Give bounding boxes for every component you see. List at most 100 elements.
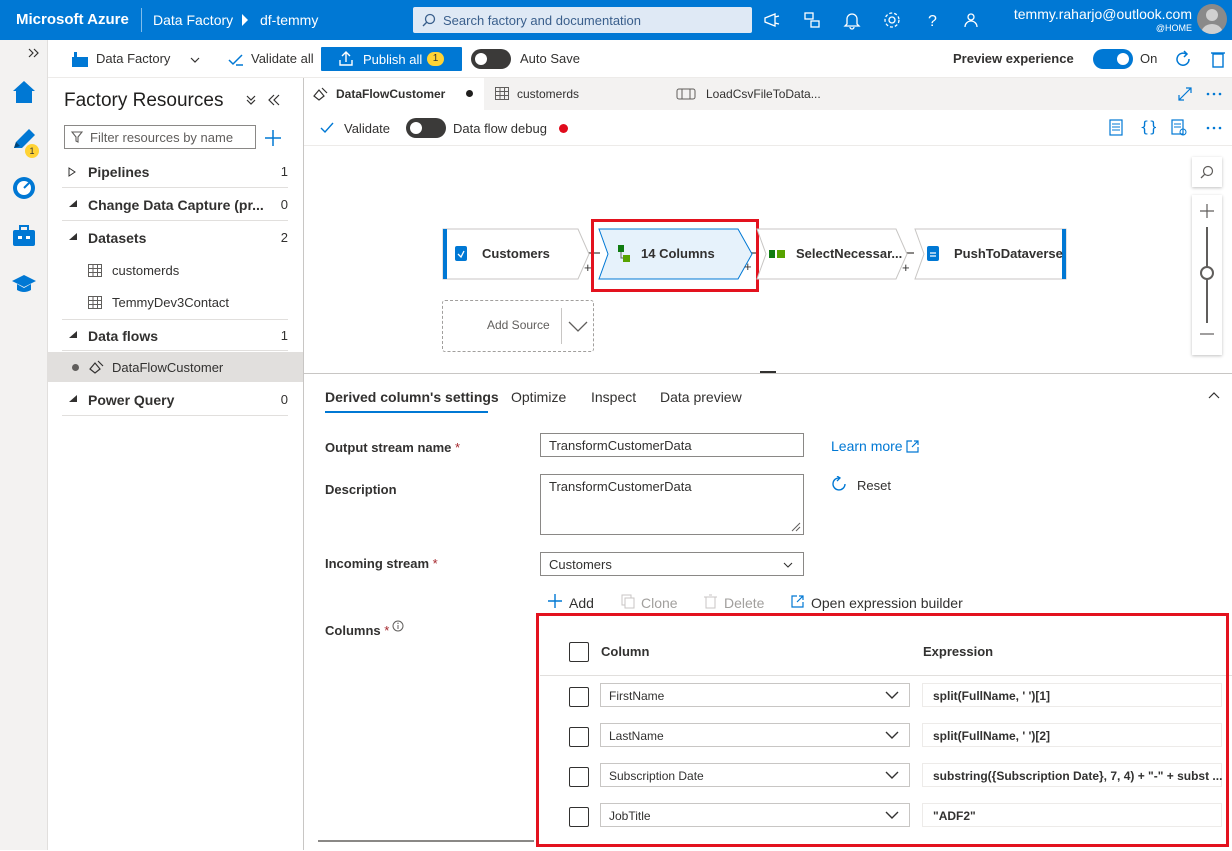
clone-button[interactable]: Clone [641, 595, 678, 611]
feedback-icon[interactable] [962, 10, 982, 30]
account-email: temmy.raharjo@outlook.com [1013, 6, 1192, 22]
tab-customerds[interactable]: customerds [485, 78, 665, 110]
more-actions-icon[interactable] [1206, 126, 1222, 130]
checkmark-icon [320, 122, 334, 133]
bell-icon[interactable] [842, 10, 862, 30]
gear-icon[interactable] [882, 10, 902, 30]
collapse-panel-chevron-icon[interactable] [1208, 391, 1220, 399]
add-resource-icon[interactable] [264, 129, 282, 147]
dataflow-canvas[interactable]: Customers + 14 Columns + SelectNecessar.… [304, 147, 1232, 372]
tab-derived-column-settings[interactable]: Derived column's settings [325, 389, 499, 405]
group-label: Power Query [88, 392, 175, 408]
resource-group-data-flows[interactable]: Data flows 1 [62, 319, 288, 351]
search-icon [1200, 165, 1214, 179]
maximize-icon[interactable] [1178, 87, 1192, 101]
dataflow-item-selected[interactable]: DataFlowCustomer [48, 352, 303, 382]
collapse-panel-icon[interactable] [268, 94, 280, 106]
more-tabs-icon[interactable] [1206, 92, 1222, 96]
publish-all-button[interactable]: Publish all 1 [321, 47, 462, 71]
node-source-customers[interactable]: Customers + [442, 228, 592, 280]
announcement-icon[interactable] [762, 10, 782, 30]
learn-more-link[interactable]: Learn more [831, 438, 903, 454]
incoming-stream-dropdown[interactable]: Customers [540, 552, 804, 576]
breadcrumb-factory-name[interactable]: df-temmy [260, 12, 318, 28]
auto-save-toggle[interactable] [471, 49, 511, 69]
delete-button[interactable]: Delete [724, 595, 764, 611]
validate-all-button[interactable]: Validate all [251, 51, 314, 66]
zoom-in-icon[interactable] [1199, 203, 1215, 219]
account-info[interactable]: temmy.raharjo@outlook.com @HOME [1014, 6, 1192, 33]
debug-status-dot [559, 124, 568, 133]
expand-rail-icon[interactable] [28, 48, 40, 58]
switch-directory-icon[interactable] [802, 10, 822, 30]
resize-grip-icon[interactable] [791, 522, 801, 532]
zoom-slider-thumb[interactable] [1200, 266, 1214, 280]
description-textarea[interactable]: TransformCustomerData [540, 474, 804, 535]
collapse-triangle-icon [69, 395, 77, 402]
properties-icon[interactable] [1171, 119, 1187, 136]
publish-all-label: Publish all [363, 52, 423, 67]
canvas-search-button[interactable] [1192, 157, 1222, 187]
select-icon [769, 250, 785, 258]
highlight-box-node [591, 219, 759, 292]
home-icon[interactable] [10, 78, 38, 106]
add-column-button[interactable]: Add [569, 595, 594, 611]
tab-label: customerds [517, 87, 580, 101]
avatar[interactable] [1197, 4, 1227, 34]
tab-optimize[interactable]: Optimize [511, 389, 566, 405]
validate-button[interactable]: Validate [344, 121, 390, 136]
horizontal-scrollbar[interactable] [318, 840, 534, 842]
script-icon[interactable] [1109, 119, 1123, 136]
manage-toolbox-icon[interactable] [10, 222, 38, 250]
refresh-icon[interactable] [1174, 50, 1192, 68]
search-placeholder: Search factory and documentation [443, 13, 642, 28]
search-input[interactable]: Search factory and documentation [413, 7, 752, 33]
collapse-all-icon[interactable] [245, 94, 257, 106]
command-bar: Data Factory Validate all Publish all 1 … [48, 40, 1232, 78]
resource-group-datasets[interactable]: Datasets 2 [62, 222, 288, 254]
breadcrumb-data-factory[interactable]: Data Factory [153, 12, 233, 28]
output-stream-input[interactable]: TransformCustomerData [540, 433, 804, 457]
open-expression-builder-button[interactable]: Open expression builder [811, 595, 963, 611]
data-factory-mode[interactable]: Data Factory [96, 51, 170, 66]
pipeline-icon [676, 88, 696, 100]
add-source-button[interactable]: Add Source [442, 300, 594, 352]
resource-group-change-data-capture[interactable]: Change Data Capture (pr... 0 [62, 189, 288, 221]
editor-tabs: DataFlowCustomer customerds LoadCsvFileT… [304, 78, 1232, 110]
filter-resources-input[interactable]: Filter resources by name [64, 125, 256, 149]
help-icon[interactable]: ? [922, 10, 942, 30]
add-source-label: Add Source [487, 318, 550, 332]
external-link-icon[interactable] [906, 440, 919, 453]
table-icon [495, 87, 509, 100]
node-sink-pushtodataverse[interactable]: PushToDataverse [914, 228, 1068, 280]
group-label: Datasets [88, 230, 147, 246]
learning-cap-icon[interactable] [10, 270, 38, 298]
monitor-icon[interactable] [10, 174, 38, 202]
tab-loadcsvfiletodata[interactable]: LoadCsvFileToData... [666, 78, 846, 110]
reset-button[interactable]: Reset [857, 478, 891, 493]
dataflow-icon [313, 87, 328, 101]
tab-data-preview[interactable]: Data preview [660, 389, 742, 405]
preview-experience-label: Preview experience [953, 51, 1074, 66]
preview-experience-toggle[interactable] [1093, 49, 1133, 69]
group-count: 0 [280, 197, 288, 212]
author-badge: 1 [25, 144, 39, 158]
dataset-label: TemmyDev3Contact [112, 295, 230, 310]
tab-dataflowcustomer[interactable]: DataFlowCustomer [304, 78, 484, 110]
reset-icon[interactable] [831, 476, 848, 493]
zoom-out-icon[interactable] [1199, 332, 1215, 336]
node-select[interactable]: SelectNecessar... + [756, 228, 910, 280]
discard-icon[interactable] [1211, 50, 1225, 68]
info-icon[interactable] [392, 620, 404, 632]
chevron-down-icon[interactable] [190, 57, 200, 63]
data-flow-debug-toggle[interactable] [406, 118, 446, 138]
dataflow-label: DataFlowCustomer [112, 360, 224, 375]
resource-group-pipelines[interactable]: Pipelines 1 [62, 156, 288, 188]
chevron-down-icon[interactable] [568, 321, 588, 332]
add-step-icon[interactable]: + [902, 260, 910, 275]
code-braces-icon[interactable]: {} [1140, 119, 1156, 135]
source-icon [455, 246, 467, 261]
resource-group-power-query[interactable]: Power Query 0 [62, 384, 288, 416]
azure-brand[interactable]: Microsoft Azure [16, 11, 129, 28]
tab-inspect[interactable]: Inspect [591, 389, 636, 405]
